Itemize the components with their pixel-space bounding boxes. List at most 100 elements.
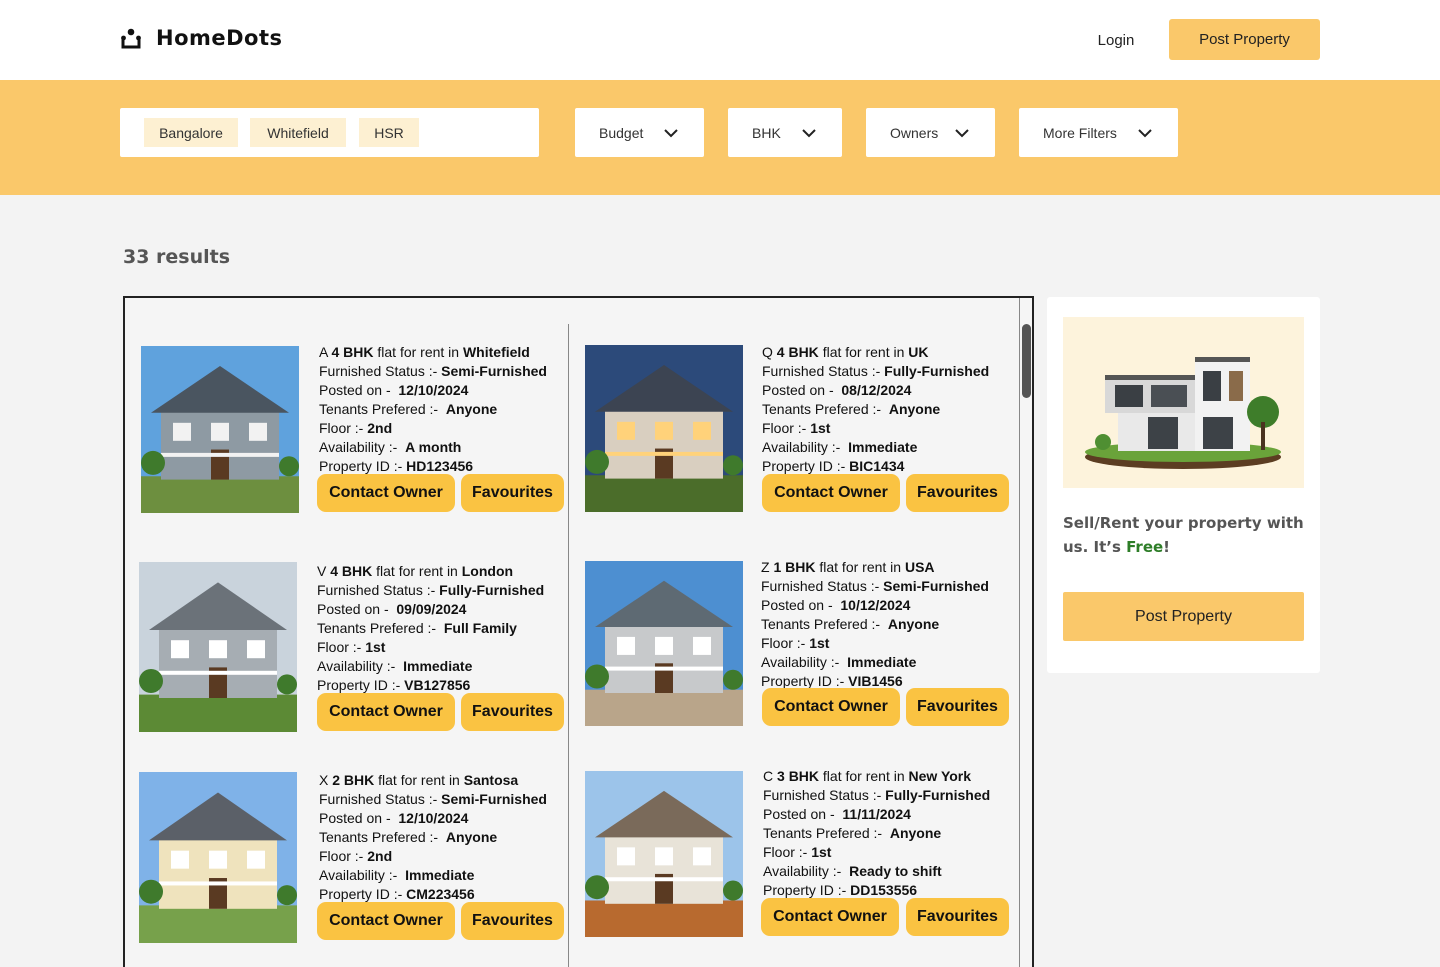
listing-details: A 4 BHK flat for rent in Whitefield Furn… [319, 343, 547, 476]
tenants-preferred: Tenants Prefered :- Anyone [762, 401, 941, 417]
contact-owner-button[interactable]: Contact Owner [761, 898, 899, 936]
furnished-status: Furnished Status :- Semi-Furnished [319, 791, 547, 807]
chevron-down-icon [802, 129, 816, 138]
floor-info: Floor :- 2nd [319, 420, 393, 436]
posted-date: Posted on - 12/10/2024 [319, 382, 469, 398]
furnished-status: Furnished Status :- Semi-Furnished [319, 363, 547, 379]
lit-house-at-dusk-icon [585, 345, 743, 512]
listing-photo[interactable] [585, 345, 743, 512]
promo-text: Sell/Rent your property with us. It’s Fr… [1063, 511, 1308, 559]
listing-details: Q 4 BHK flat for rent in UK Furnished St… [762, 343, 989, 476]
furnished-status: Furnished Status :- Fully-Furnished [763, 787, 991, 803]
listing-title[interactable]: Q 4 BHK flat for rent in UK [762, 343, 989, 362]
listing-photo[interactable] [141, 346, 299, 513]
bhk-dropdown[interactable]: BHK [728, 108, 842, 157]
brand-name: HomeDots [156, 26, 283, 50]
floor-info: Floor :- 1st [317, 639, 386, 655]
availability-info: Availability :- Immediate [762, 439, 918, 455]
floor-info: Floor :- 1st [762, 420, 831, 436]
contact-owner-button[interactable]: Contact Owner [317, 474, 455, 512]
chevron-down-icon [664, 129, 678, 138]
posted-date: Posted on - 08/12/2024 [762, 382, 912, 398]
contact-owner-button[interactable]: Contact Owner [317, 902, 455, 940]
listing-card[interactable]: Q 4 BHK flat for rent in UK Furnished St… [585, 343, 1025, 543]
chevron-down-icon [955, 129, 969, 138]
cream-townhouse-icon [139, 772, 297, 943]
furnished-status: Furnished Status :- Semi-Furnished [761, 578, 989, 594]
autumn-bungalow-icon [585, 771, 743, 937]
listing-card[interactable]: Z 1 BHK flat for rent in USA Furnished S… [585, 558, 1025, 758]
location-search-box[interactable]: Bangalore Whitefield HSR [120, 108, 539, 157]
floor-info: Floor :- 2nd [319, 848, 393, 864]
tenants-preferred: Tenants Prefered :- Anyone [319, 829, 498, 845]
listings-panel[interactable]: A 4 BHK flat for rent in Whitefield Furn… [123, 296, 1034, 967]
listing-card[interactable]: V 4 BHK flat for rent in London Furnishe… [139, 562, 579, 762]
location-chip-hsr[interactable]: HSR [359, 118, 419, 147]
grey-shingle-house-icon [139, 562, 297, 732]
listing-card[interactable]: A 4 BHK flat for rent in Whitefield Furn… [141, 343, 581, 543]
promo-text-main: Sell/Rent your property with us. It’s [1063, 514, 1304, 556]
tenants-preferred: Tenants Prefered :- Anyone [763, 825, 942, 841]
favourites-button[interactable]: Favourites [461, 902, 564, 940]
floor-info: Floor :- 1st [763, 844, 832, 860]
contact-owner-button[interactable]: Contact Owner [762, 688, 900, 726]
favourites-button[interactable]: Favourites [906, 898, 1009, 936]
availability-info: Availability :- Ready to shift [763, 863, 942, 879]
availability-info: Availability :- Immediate [317, 658, 473, 674]
listing-details: X 2 BHK flat for rent in Santosa Furnish… [319, 771, 547, 904]
grey-two-storey-house-icon [141, 346, 299, 513]
listing-title[interactable]: Z 1 BHK flat for rent in USA [761, 558, 989, 577]
top-header: HomeDots Login Post Property [0, 0, 1440, 80]
owners-dropdown[interactable]: Owners [866, 108, 995, 157]
posted-date: Posted on - 11/11/2024 [763, 806, 911, 822]
budget-dropdown[interactable]: Budget [575, 108, 704, 157]
contact-owner-button[interactable]: Contact Owner [762, 474, 900, 512]
listing-photo[interactable] [139, 772, 297, 943]
listing-photo[interactable] [585, 771, 743, 937]
listing-photo[interactable] [139, 562, 297, 732]
chevron-down-icon [1138, 129, 1152, 138]
login-link[interactable]: Login [1080, 22, 1152, 58]
post-property-button[interactable]: Post Property [1169, 19, 1320, 60]
listing-title[interactable]: C 3 BHK flat for rent in New York [763, 767, 990, 786]
budget-dropdown-label: Budget [599, 124, 644, 141]
bhk-dropdown-label: BHK [752, 124, 781, 141]
furnished-status: Furnished Status :- Fully-Furnished [317, 582, 545, 598]
more-filters-dropdown[interactable]: More Filters [1019, 108, 1178, 157]
favourites-button[interactable]: Favourites [461, 474, 564, 512]
house-with-porch-icon [585, 561, 743, 726]
listing-card[interactable]: X 2 BHK flat for rent in Santosa Furnish… [139, 771, 579, 967]
tenants-preferred: Tenants Prefered :- Anyone [761, 616, 940, 632]
listing-card[interactable]: C 3 BHK flat for rent in New York Furnis… [585, 767, 1025, 967]
results-count: 33 results [123, 246, 231, 268]
promo-text-end: ! [1163, 538, 1171, 556]
favourites-button[interactable]: Favourites [461, 693, 564, 731]
tenants-preferred: Tenants Prefered :- Full Family [317, 620, 517, 636]
favourites-button[interactable]: Favourites [906, 688, 1009, 726]
posted-date: Posted on - 10/12/2024 [761, 597, 911, 613]
brand-logo[interactable]: HomeDots [120, 26, 283, 50]
listing-details: V 4 BHK flat for rent in London Furnishe… [317, 562, 544, 695]
filter-bar: Bangalore Whitefield HSR Budget BHK Owne… [0, 80, 1440, 195]
location-chip-whitefield[interactable]: Whitefield [250, 118, 346, 147]
availability-info: Availability :- Immediate [319, 867, 475, 883]
location-chip-bangalore[interactable]: Bangalore [144, 118, 238, 147]
listing-details: C 3 BHK flat for rent in New York Furnis… [763, 767, 990, 900]
listing-details: Z 1 BHK flat for rent in USA Furnished S… [761, 558, 989, 691]
posted-date: Posted on - 12/10/2024 [319, 810, 469, 826]
contact-owner-button[interactable]: Contact Owner [317, 693, 455, 731]
favourites-button[interactable]: Favourites [906, 474, 1009, 512]
house-dots-icon [120, 27, 142, 49]
listing-title[interactable]: V 4 BHK flat for rent in London [317, 562, 544, 581]
more-filters-dropdown-label: More Filters [1043, 124, 1117, 141]
tenants-preferred: Tenants Prefered :- Anyone [319, 401, 498, 417]
listing-title[interactable]: A 4 BHK flat for rent in Whitefield [319, 343, 547, 362]
promo-post-property-button[interactable]: Post Property [1063, 592, 1304, 641]
modern-house-illustration [1063, 317, 1304, 488]
floor-info: Floor :- 1st [761, 635, 830, 651]
availability-info: Availability :- A month [319, 439, 462, 455]
listing-title[interactable]: X 2 BHK flat for rent in Santosa [319, 771, 547, 790]
availability-info: Availability :- Immediate [761, 654, 917, 670]
listing-photo[interactable] [585, 561, 743, 726]
owners-dropdown-label: Owners [890, 124, 939, 141]
